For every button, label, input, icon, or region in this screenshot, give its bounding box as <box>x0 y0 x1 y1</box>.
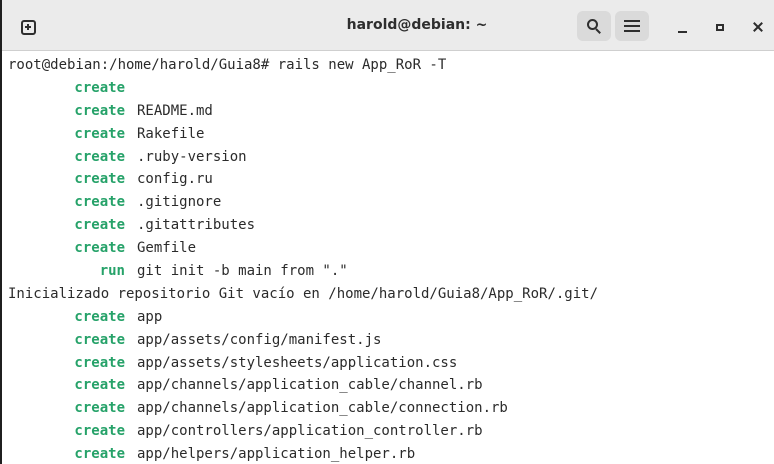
file-path <box>125 80 137 96</box>
git-output-line: Inicializado repositorio Git vacío en /h… <box>8 285 599 302</box>
file-path: app/assets/stylesheets/application.css <box>137 354 458 371</box>
action-label: create <box>74 79 125 96</box>
file-path: .ruby-version <box>137 148 247 165</box>
action-label: create <box>74 125 125 142</box>
output-line: create app/assets/config/manifest.js <box>8 329 774 352</box>
output-line: run git init -b main from "." <box>8 260 774 283</box>
search-icon <box>586 18 602 34</box>
search-button[interactable] <box>577 11 611 41</box>
output-line: create app/channels/application_cable/cha… <box>8 374 774 397</box>
action-label: create <box>74 102 125 119</box>
output-line: create .gitignore <box>8 191 774 214</box>
action-label: create <box>74 354 125 371</box>
output-line: create Gemfile <box>8 237 774 260</box>
file-path: app/assets/config/manifest.js <box>137 331 382 348</box>
file-path: app/helpers/application_helper.rb <box>137 446 416 463</box>
file-path: Rakefile <box>137 125 205 142</box>
file-path: app/controllers/application_controller.r… <box>137 423 483 440</box>
file-path: app/channels/application_cable/connectio… <box>137 400 508 417</box>
action-label: create <box>74 171 125 188</box>
action-label: create <box>74 331 125 348</box>
new-tab-button[interactable] <box>11 12 45 42</box>
output-line: create app <box>8 306 774 329</box>
action-label: create <box>74 194 125 211</box>
output-line: create <box>8 77 774 100</box>
new-tab-icon <box>20 19 36 35</box>
action-label: create <box>74 148 125 165</box>
action-label: create <box>74 400 125 417</box>
action-label: create <box>74 240 125 257</box>
file-path: .gitattributes <box>137 217 256 234</box>
window-title: harold@debian: ~ <box>346 17 488 33</box>
file-path: git init -b main from "." <box>137 263 348 280</box>
file-path: README.md <box>137 102 213 119</box>
output-line: create config.ru <box>8 168 774 191</box>
action-label: create <box>74 446 125 463</box>
output-line: create app/assets/stylesheets/application… <box>8 352 774 375</box>
output-line: create .ruby-version <box>8 146 774 169</box>
action-label: create <box>74 217 125 234</box>
hamburger-menu-icon <box>624 20 640 32</box>
minimize-button[interactable] <box>668 13 696 41</box>
maximize-button[interactable] <box>706 13 734 41</box>
action-label: create <box>74 423 125 440</box>
header-bar: harold@debian: ~ <box>2 0 774 51</box>
output-line: create Rakefile <box>8 123 774 146</box>
output-line: create app/helpers/application_helper.rb <box>8 443 774 464</box>
action-label: create <box>74 377 125 394</box>
terminal-window: harold@debian: ~ root@debian:/home/harol… <box>0 0 774 464</box>
file-path: config.ru <box>137 171 213 188</box>
maximize-icon <box>716 23 724 31</box>
output-line: create .gitattributes <box>8 214 774 237</box>
menu-button[interactable] <box>615 11 649 41</box>
close-icon <box>753 22 763 32</box>
file-path: .gitignore <box>137 194 222 211</box>
file-path: app/channels/application_cable/channel.r… <box>137 377 483 394</box>
close-button[interactable] <box>744 13 772 41</box>
minimize-icon <box>677 31 687 33</box>
action-label: create <box>74 308 125 325</box>
terminal-output[interactable]: root@debian:/home/harold/Guia8# rails ne… <box>8 54 774 464</box>
output-line: create app/channels/application_cable/con… <box>8 397 774 420</box>
prompt-line: root@debian:/home/harold/Guia8# rails ne… <box>8 57 447 73</box>
action-label: run <box>99 263 125 280</box>
file-path: app <box>137 308 163 325</box>
file-path: Gemfile <box>137 240 197 257</box>
output-line: create README.md <box>8 100 774 123</box>
output-line: create app/controllers/application_contro… <box>8 420 774 443</box>
